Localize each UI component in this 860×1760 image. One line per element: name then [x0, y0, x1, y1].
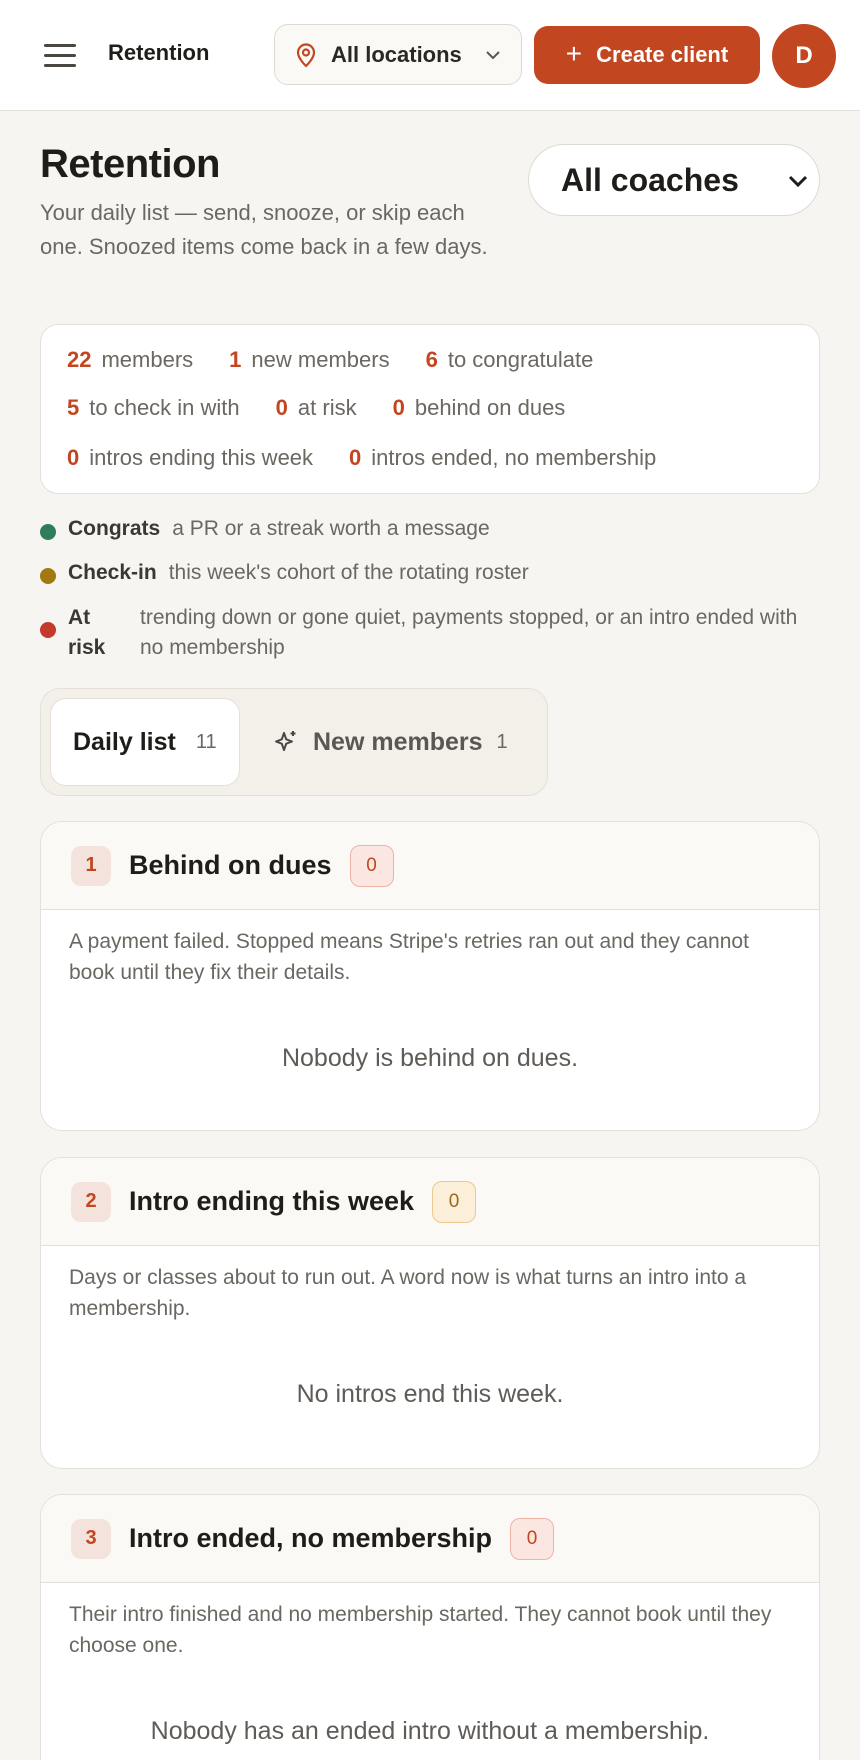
- legend-at-risk: At risk trending down or gone quiet, pay…: [40, 603, 820, 663]
- section-title: Intro ending this week: [129, 1186, 415, 1216]
- tab-new-members[interactable]: New members 1: [273, 698, 508, 786]
- stat-to-check-in: 5 to check in with: [67, 395, 240, 420]
- stat-at-risk: 0 at risk: [275, 395, 357, 420]
- tab-count: 11: [195, 730, 217, 753]
- status-dot: [40, 568, 56, 584]
- avatar[interactable]: D: [772, 24, 836, 88]
- section-intro-ended: 3 Intro ended, no membership 0 Their int…: [40, 1494, 820, 1760]
- view-tabs: Daily list 11 New members 1: [40, 688, 548, 796]
- app-title: Retention: [108, 40, 210, 65]
- sparkle-icon: [275, 731, 296, 751]
- page-subtitle: Your daily list — send, snooze, or skip …: [40, 200, 488, 259]
- count-badge: 0: [510, 1517, 555, 1560]
- status-dot: [40, 524, 56, 540]
- count-badge: 0: [432, 1180, 477, 1223]
- section-title: Intro ended, no membership: [129, 1523, 493, 1553]
- stat-intros-ending: 0 intros ending this week: [67, 445, 314, 470]
- menu-icon[interactable]: [44, 44, 76, 68]
- tab-count: 1: [496, 730, 508, 753]
- coach-filter-select[interactable]: All coaches: [528, 144, 820, 216]
- section-header: 1 Behind on dues 0: [41, 822, 819, 910]
- tab-daily-list[interactable]: Daily list 11: [50, 698, 240, 786]
- section-behind-on-dues: 1 Behind on dues 0 A payment failed. Sto…: [40, 821, 820, 1131]
- plus-icon: +: [565, 37, 583, 69]
- section-description: Their intro finished and no membership s…: [69, 1603, 772, 1657]
- section-title: Behind on dues: [129, 850, 332, 880]
- stat-new-members: 1 new members: [229, 347, 390, 372]
- stats-summary: 22 members 1 new members 6 to congratulate …: [40, 324, 820, 494]
- stat-to-congratulate: 6 to congratulate: [425, 347, 594, 372]
- coach-filter-label: All coaches: [561, 161, 739, 198]
- section-description: Days or classes about to run out. A word…: [69, 1266, 747, 1320]
- section-number: 1: [71, 845, 111, 886]
- stat-intros-ended: 0 intros ended, no membership: [349, 445, 657, 470]
- status-dot: [40, 622, 56, 638]
- section-description: A payment failed. Stopped means Stripe's…: [69, 930, 749, 984]
- legend-congrats: Congrats a PR or a streak worth a messag…: [40, 517, 490, 541]
- section-header: 2 Intro ending this week 0: [41, 1158, 819, 1246]
- empty-state: Nobody is behind on dues.: [281, 1044, 579, 1072]
- legend-check-in: Check-in this week's cohort of the rotat…: [40, 561, 529, 585]
- location-selector[interactable]: All locations: [274, 24, 522, 85]
- chevron-down-icon: [486, 51, 500, 60]
- create-client-button[interactable]: + Create client: [534, 26, 760, 84]
- empty-state: Nobody has an ended intro without a memb…: [150, 1717, 710, 1745]
- empty-state: No intros end this week.: [296, 1380, 564, 1408]
- section-number: 2: [71, 1181, 111, 1222]
- location-pin-icon: [296, 42, 316, 68]
- top-bar: Retention All locations + Create client …: [0, 0, 860, 111]
- section-number: 3: [71, 1518, 111, 1559]
- stat-behind-on-dues: 0 behind on dues: [392, 395, 566, 420]
- page-title: Retention: [40, 142, 220, 186]
- create-client-label: Create client: [596, 42, 729, 67]
- section-intro-ending: 2 Intro ending this week 0 Days or class…: [40, 1157, 820, 1469]
- location-label: All locations: [331, 41, 462, 67]
- section-header: 3 Intro ended, no membership 0: [41, 1495, 819, 1583]
- stat-members: 22 members: [67, 347, 194, 372]
- count-badge: 0: [349, 844, 394, 887]
- chevron-down-icon: [788, 175, 808, 188]
